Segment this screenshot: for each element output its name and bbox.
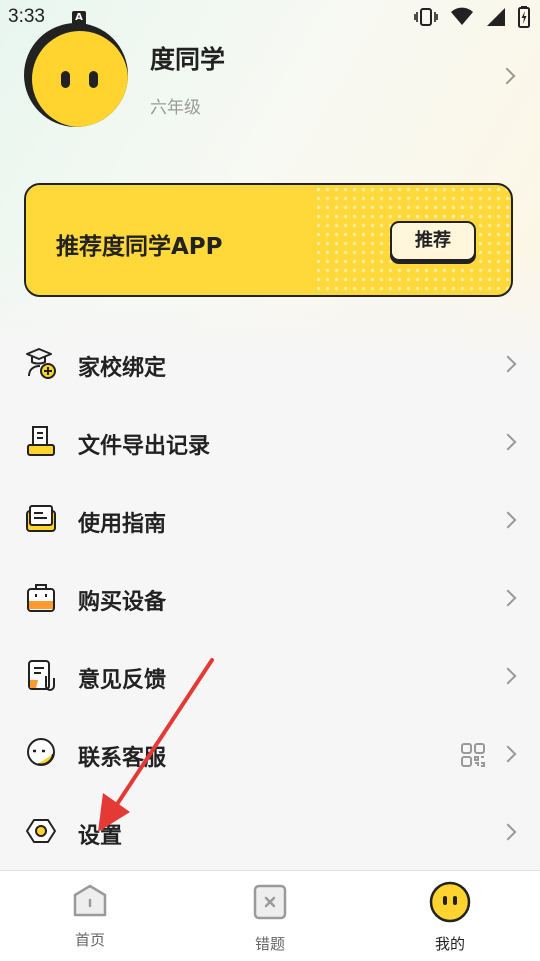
mascot-face-icon <box>32 31 128 127</box>
settings-menu: 家校绑定 文件导出记录 使用指南 购买设备 意见反馈 联系客服 设置 <box>0 326 540 872</box>
chevron-right-icon <box>499 667 517 685</box>
document-export-icon <box>27 426 55 456</box>
tab-wrong-questions[interactable]: 错题 <box>210 871 330 961</box>
avatar[interactable] <box>24 23 128 127</box>
menu-item-label: 联系客服 <box>78 746 167 771</box>
menu-item-label: 购买设备 <box>78 590 167 615</box>
status-icons <box>414 6 530 28</box>
menu-item-label: 文件导出记录 <box>78 434 211 459</box>
wifi-icon <box>451 7 473 25</box>
menu-item-label: 使用指南 <box>78 512 167 537</box>
banner-text: 推荐度同学APP <box>56 234 223 260</box>
chevron-right-icon <box>499 745 517 763</box>
menu-item-buy-device[interactable]: 购买设备 <box>0 560 540 638</box>
chevron-right-icon <box>499 823 517 841</box>
signal-icon <box>487 8 505 26</box>
feedback-clip-icon <box>28 660 55 691</box>
vibrate-icon <box>414 8 438 26</box>
settings-hex-icon <box>26 819 56 843</box>
menu-item-file-export-records[interactable]: 文件导出记录 <box>0 404 540 482</box>
recommend-button[interactable]: 推荐 <box>390 221 476 261</box>
tab-label: 首页 <box>74 931 105 949</box>
shopping-bag-icon <box>27 584 55 612</box>
menu-item-contact-service[interactable]: 联系客服 <box>0 716 540 794</box>
chevron-right-icon <box>499 355 517 373</box>
profile-grade: 六年级 <box>150 98 201 118</box>
tab-home[interactable]: 首页 <box>30 871 150 961</box>
menu-item-label: 意见反馈 <box>78 668 167 693</box>
menu-item-user-guide[interactable]: 使用指南 <box>0 482 540 560</box>
menu-item-label: 设置 <box>78 824 123 849</box>
chevron-right-icon <box>499 433 517 451</box>
menu-item-home-school-binding[interactable]: 家校绑定 <box>0 326 540 404</box>
chevron-right-icon <box>499 511 517 529</box>
guide-book-icon <box>26 505 56 532</box>
graduation-cap-add-icon <box>26 348 56 379</box>
home-icon <box>73 884 107 917</box>
menu-item-label: 家校绑定 <box>78 356 167 381</box>
battery-icon <box>518 6 530 28</box>
menu-item-feedback[interactable]: 意见反馈 <box>0 638 540 716</box>
customer-service-icon <box>27 738 55 766</box>
tab-label: 我的 <box>434 935 465 953</box>
chevron-right-icon <box>499 589 517 607</box>
qr-code-icon[interactable] <box>460 742 486 768</box>
menu-item-settings[interactable]: 设置 <box>0 794 540 872</box>
status-time: 3:33 <box>8 6 45 27</box>
bottom-tab-bar: 首页 错题 我的 <box>0 870 540 961</box>
tab-label: 错题 <box>254 935 285 953</box>
tab-mine[interactable]: 我的 <box>390 871 510 961</box>
profile-name[interactable]: 度同学 <box>150 40 225 76</box>
wrong-question-icon <box>253 884 287 920</box>
recommend-banner[interactable]: 推荐度同学APP 推荐 <box>24 183 513 297</box>
mascot-face-icon <box>429 881 471 923</box>
